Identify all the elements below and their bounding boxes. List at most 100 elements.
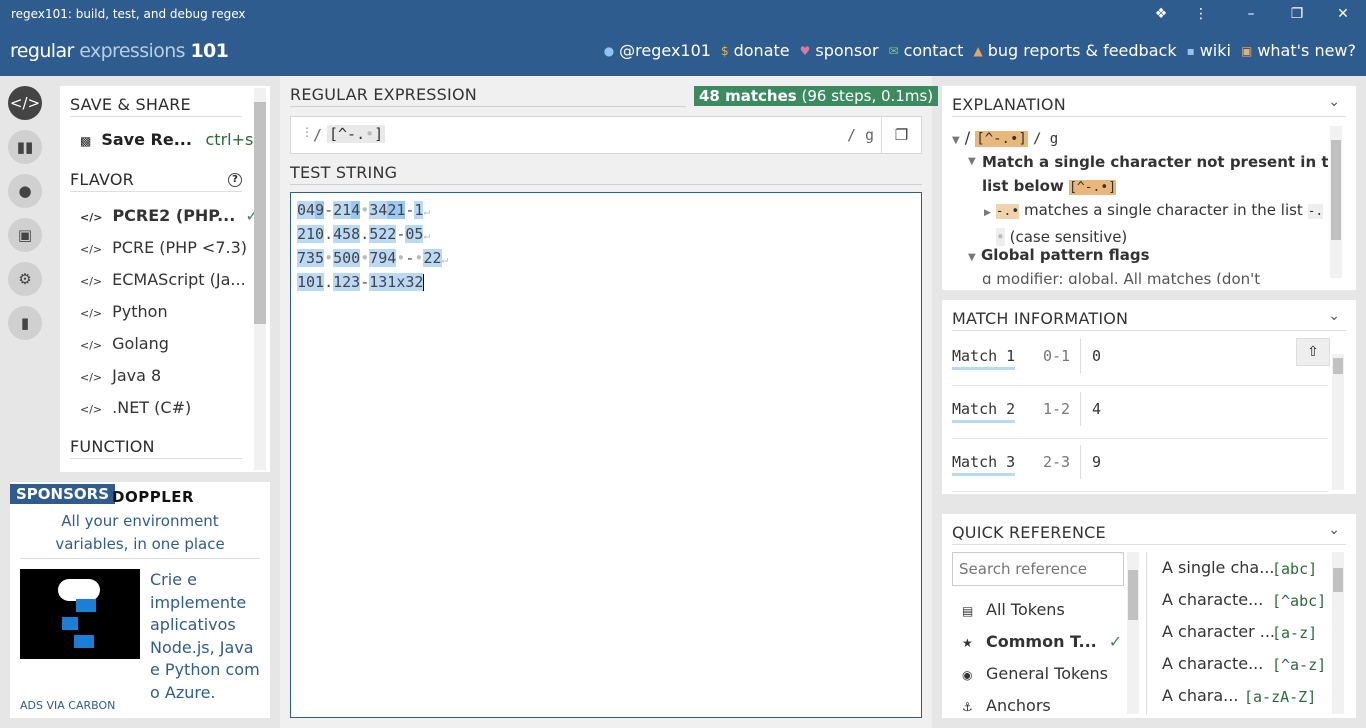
regex-flags[interactable]: / g [847,126,874,144]
flavor-dotnet[interactable]: </> .NET (C#) [80,398,191,417]
code-icon: </> [80,403,103,416]
flavor-python[interactable]: </> Python [80,302,168,321]
match-info-scrollbar[interactable] [1332,354,1344,490]
site-logo[interactable]: regular expressions 101 [10,40,229,62]
flavor-pcre2[interactable]: </> PCRE2 (PHP... ✓ [80,206,259,225]
doppler-brand[interactable]: DOPPLER [112,488,194,506]
logo-light: expressions [79,40,185,62]
more-icon[interactable]: ⋮ [1190,3,1212,25]
reference-scrollbar[interactable] [1332,552,1344,714]
test-line: 049-214•3421-1↵ [297,201,431,219]
nav-wiki[interactable]: ▪ wiki [1187,41,1231,60]
nav-sponsor[interactable]: ♥ sponsor [800,41,879,60]
regex-pattern[interactable]: [^-.•] [327,125,386,143]
flavor-ecmascript[interactable]: </> ECMAScript (Ja... [80,270,246,289]
category-general-tokens[interactable]: ◉ General Tokens [962,664,1108,683]
tree-node[interactable]: ▼ Global pattern flags [968,246,1150,264]
flavor-golang[interactable]: </> Golang [80,334,169,353]
nav-donate[interactable]: $ donate [721,41,790,60]
save-regex-button[interactable]: ▩ Save Re... ctrl+s [80,130,253,149]
divider [70,116,242,117]
tree-root[interactable]: ▼ / [^-.•] / g [952,128,1058,147]
divider [290,184,922,185]
user-icon[interactable]: ● [8,174,42,208]
save-icon: ▩ [80,134,92,148]
warning-icon: ▲ [973,43,983,58]
chevron-down-icon[interactable]: ⌄ [1328,308,1340,324]
check-icon: ✓ [1108,632,1123,651]
help-icon[interactable]: ? [228,173,242,187]
explanation-scrollbar[interactable] [1330,126,1342,278]
match-row[interactable]: Match 3 2-3 9 [952,439,1328,492]
save-share-heading: SAVE & SHARE [70,95,191,114]
cut-text: g modifier: global. All matches (don't [982,270,1261,284]
scrollbar-thumb[interactable] [1331,140,1341,240]
copy-icon[interactable]: ❐ [881,117,921,153]
comments-icon[interactable]: ▮ [8,306,42,340]
match-row[interactable]: Match 2 1-2 4 [952,386,1328,439]
test-string-label: TEST STRING [290,163,398,182]
nav-twitter[interactable]: ● @regex101 [604,41,711,60]
flavor-java[interactable]: </> Java 8 [80,366,161,385]
export-icon[interactable]: ⇧ [1296,338,1330,366]
flavor-pcre[interactable]: </> PCRE (PHP <7.3) [80,238,247,257]
regex-input[interactable]: ⋮ / [^-.•] / g ❐ [290,116,922,154]
code-icon: </> [80,307,103,320]
minimize-icon[interactable]: – [1240,3,1262,25]
divider [70,458,242,459]
match-row[interactable]: Match 1 0-1 0 [952,333,1328,386]
nav-bug-reports[interactable]: ▲ bug reports & feedback [973,41,1176,60]
caret-right-icon: ▶ [984,208,991,218]
flags-heading: Global pattern flags [980,246,1150,264]
flavor-label: PCRE2 (PHP... [112,206,236,225]
chevron-down-icon[interactable]: ⌄ [1328,94,1340,110]
nav-contact[interactable]: ✉ contact [889,41,964,60]
flavor-label: PCRE (PHP <7.3) [112,238,248,257]
divider [952,116,1346,117]
tree-subnode[interactable]: ▶ -.• matches a single character in the … [984,198,1328,249]
match-value: 9 [1092,453,1102,471]
tree-node[interactable]: ▼ Match a single character not present i… [968,150,1328,200]
sidebar-scrollbar[interactable] [254,88,266,470]
chevron-down-icon[interactable]: ⌄ [1328,522,1340,538]
category-anchors[interactable]: ⚓ Anchors [962,696,1051,715]
code-icon: </> [80,339,103,352]
controller-icon[interactable]: ▣ [8,218,42,252]
gear-icon[interactable]: ⚙ [8,262,42,296]
scrollbar-thumb[interactable] [1128,570,1138,620]
explanation-line2: list below [982,177,1064,195]
scrollbar-thumb[interactable] [254,102,266,324]
text-cursor [423,274,425,291]
match-range: 1-2 [1043,400,1071,418]
match-label: Match 2 [952,400,1016,423]
top-nav: ● @regex101 $ donate ♥ sponsor ✉ contact ▲ bu… [594,41,1356,60]
code-icon[interactable]: </> [8,86,42,120]
code-icon: </> [80,275,103,288]
ad-text[interactable]: Crie e implemente aplicativos Node.js, J… [150,569,266,705]
space-marker: • [365,125,375,143]
library-icon[interactable]: ▮▮ [8,130,42,164]
close-icon[interactable]: ✕ [1332,3,1354,25]
search-reference-input[interactable] [952,552,1124,586]
nav-wiki-label: wiki [1199,41,1231,60]
categories-scrollbar[interactable] [1127,552,1139,714]
category-common-tokens[interactable]: ★ Common T... ✓ [962,632,1122,651]
maximize-icon[interactable]: ❐ [1286,3,1308,25]
container-icon [62,617,78,630]
sponsor-tagline[interactable]: All your environment variables, in one p… [40,510,240,556]
nav-whats-new[interactable]: ▣ what's new? [1241,41,1356,60]
ads-via-carbon[interactable]: ADS VIA CARBON [20,699,115,712]
ad-image[interactable] [20,569,140,659]
category-all-tokens[interactable]: ▤ All Tokens [962,600,1065,619]
test-line: 101.123-131x32 [297,273,425,291]
match-range: 2-3 [1043,453,1071,471]
test-string-input[interactable]: 049-214•3421-1↵ 210.458.522-05↵ 735•500•… [290,192,922,718]
code-icon: </> [80,371,103,384]
scrollbar-thumb[interactable] [1333,568,1343,592]
scrollbar-thumb[interactable] [1333,358,1343,374]
delimiter-menu-icon[interactable]: ⋮ [301,125,313,139]
divider [1146,552,1147,714]
divider [952,330,1346,331]
sponsors-badge: SPONSORS [10,484,116,504]
puzzle-icon[interactable]: ❖ [1150,3,1172,25]
